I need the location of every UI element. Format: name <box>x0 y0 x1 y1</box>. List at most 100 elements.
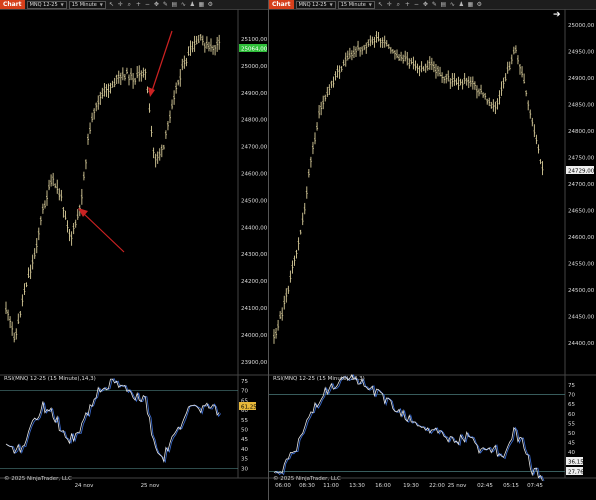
rsi-tick-label: 55 <box>568 421 575 427</box>
time-tick-label: 07:45 <box>527 483 543 489</box>
interval-selector[interactable]: 15 Minute ▼ <box>68 0 106 9</box>
price-tick-label: 23900,00 <box>241 360 268 366</box>
rsi-tick-label: 55 <box>241 418 248 424</box>
pan-icon[interactable]: ✥ <box>153 1 160 8</box>
annotation-arrow <box>151 30 173 92</box>
rsi-tick-label: 65 <box>568 402 575 408</box>
time-tick-label: 16:00 <box>375 483 391 489</box>
zoom-icon[interactable]: ⌕ <box>126 1 133 9</box>
price-tick-label: 24800,00 <box>568 129 595 135</box>
price-tick-label: 24750,00 <box>568 156 595 162</box>
annotation-arrowhead <box>148 87 155 97</box>
draw-icon[interactable]: ✎ <box>431 1 438 8</box>
instrument-label: MNQ 12-25 <box>298 1 327 8</box>
rsi-line <box>273 373 543 481</box>
price-tick-label: 24950,00 <box>568 50 595 56</box>
chevron-down-icon: ▼ <box>60 1 64 7</box>
zoom-in-icon[interactable]: + <box>404 1 411 8</box>
draw-icon[interactable]: ✎ <box>162 1 169 8</box>
price-tick-label: 24800,00 <box>241 118 268 124</box>
zoom-icon[interactable]: ⌕ <box>395 1 402 9</box>
data-box-icon[interactable]: ▦ <box>198 1 205 8</box>
chevron-down-icon: ▼ <box>99 1 103 7</box>
rsi-average-line <box>275 374 545 482</box>
chart-window-left: Chart MNQ 12-25 ▼ 15 Minute ▼ ↖ ✛ ⌕ + − ✥ … <box>0 0 268 500</box>
price-tick-label: 24450,00 <box>568 315 595 321</box>
chart-tab[interactable]: Chart <box>269 0 294 9</box>
time-tick-label: 06:00 <box>275 483 291 489</box>
price-tick-label: 25100,00 <box>241 37 268 43</box>
chart-tab[interactable]: Chart <box>0 0 25 9</box>
price-tick-label: 24600,00 <box>241 172 268 178</box>
last-price-value: 24729,00 <box>568 169 595 175</box>
indicators-icon[interactable]: ∿ <box>180 1 187 8</box>
price-tick-label: 24650,00 <box>568 209 595 215</box>
rsi-indicator-label: RSI(MNQ 12-25 (15 Minute),14,3) <box>4 376 96 382</box>
time-tick-label: 19:30 <box>403 483 419 489</box>
instrument-selector[interactable]: MNQ 12-25 ▼ <box>26 0 67 9</box>
time-tick-label: 13:30 <box>349 483 365 489</box>
price-tick-label: 24400,00 <box>568 341 595 347</box>
interval-selector[interactable]: 15 Minute ▼ <box>337 0 375 9</box>
price-tick-label: 24000,00 <box>241 333 268 339</box>
properties-icon[interactable]: ▤ <box>440 1 447 8</box>
rsi-tick-label: 70 <box>241 389 248 395</box>
indicators-icon[interactable]: ∿ <box>449 1 456 8</box>
pan-icon[interactable]: ✥ <box>422 1 429 8</box>
rsi-tick-label: 70 <box>568 393 575 399</box>
rsi-line <box>5 378 220 464</box>
time-tick-label: 05:15 <box>503 483 519 489</box>
price-tick-label: 24900,00 <box>241 91 268 97</box>
instrument-selector[interactable]: MNQ 12-25 ▼ <box>295 0 336 9</box>
watermark: © 2025 NinjaTrader, LLC <box>4 476 72 482</box>
rsi-tick-label: 50 <box>241 428 248 434</box>
price-tick-label: 24700,00 <box>568 182 595 188</box>
rsi-tick-label: 75 <box>568 383 575 389</box>
price-tick-label: 24300,00 <box>241 252 268 258</box>
interval-label: 15 Minute <box>340 1 366 8</box>
strategies-icon[interactable]: ♟ <box>458 1 465 8</box>
cursor-arrow-icon: ➔ <box>553 10 561 20</box>
pointer-icon[interactable]: ↖ <box>108 1 115 8</box>
settings-icon[interactable]: ⚙ <box>476 1 483 8</box>
price-tick-label: 24500,00 <box>241 198 268 204</box>
time-tick-label: 02:45 <box>477 483 493 489</box>
rsi-value: 61,25 <box>241 405 257 411</box>
zoom-in-icon[interactable]: + <box>135 1 142 8</box>
rsi-tick-label: 50 <box>568 431 575 437</box>
rsi-tick-label: 35 <box>241 457 248 463</box>
zoom-out-icon[interactable]: − <box>144 1 151 8</box>
rsi-tick-label: 40 <box>241 447 248 453</box>
chevron-down-icon: ▼ <box>368 1 372 7</box>
last-price-value: 25064,00 <box>241 47 268 53</box>
properties-icon[interactable]: ▤ <box>171 1 178 8</box>
price-tick-label: 25000,00 <box>568 23 595 29</box>
time-tick-label: 24 nov <box>75 483 95 489</box>
price-tick-label: 24550,00 <box>568 262 595 268</box>
price-tick-label: 24500,00 <box>568 288 595 294</box>
instrument-label: MNQ 12-25 <box>29 1 58 8</box>
rsi-tick-label: 30 <box>241 466 248 472</box>
strategies-icon[interactable]: ♟ <box>189 1 196 8</box>
rsi-tick-label: 45 <box>241 437 248 443</box>
price-chart-left[interactable]: 25100,00 25000,00 24900,00 24800,00 24700,00… <box>0 9 268 500</box>
crosshair-icon[interactable]: ✛ <box>117 1 124 8</box>
rsi-value: 27,76 <box>568 470 584 476</box>
price-chart-right[interactable]: 25000,00 24950,00 24900,00 24850,00 24800,00… <box>269 9 596 500</box>
chart-window-right: Chart MNQ 12-25 ▼ 15 Minute ▼ ↖ ✛ ⌕ + − ✥ … <box>268 0 596 500</box>
data-box-icon[interactable]: ▦ <box>467 1 474 8</box>
time-tick-label: 11:00 <box>323 483 339 489</box>
watermark: © 2025 NinjaTrader, LLC <box>273 476 341 482</box>
price-tick-label: 24400,00 <box>241 225 268 231</box>
price-tick-label: 24850,00 <box>568 103 595 109</box>
time-tick-label: 22:00 <box>429 483 445 489</box>
rsi-value: 36,15 <box>568 460 584 466</box>
price-tick-label: 25000,00 <box>241 64 268 70</box>
crosshair-icon[interactable]: ✛ <box>386 1 393 8</box>
zoom-out-icon[interactable]: − <box>413 1 420 8</box>
price-tick-label: 24200,00 <box>241 279 268 285</box>
time-tick-label: 08:30 <box>299 483 315 489</box>
settings-icon[interactable]: ⚙ <box>207 1 214 8</box>
rsi-tick-label: 45 <box>568 441 575 447</box>
pointer-icon[interactable]: ↖ <box>377 1 384 8</box>
